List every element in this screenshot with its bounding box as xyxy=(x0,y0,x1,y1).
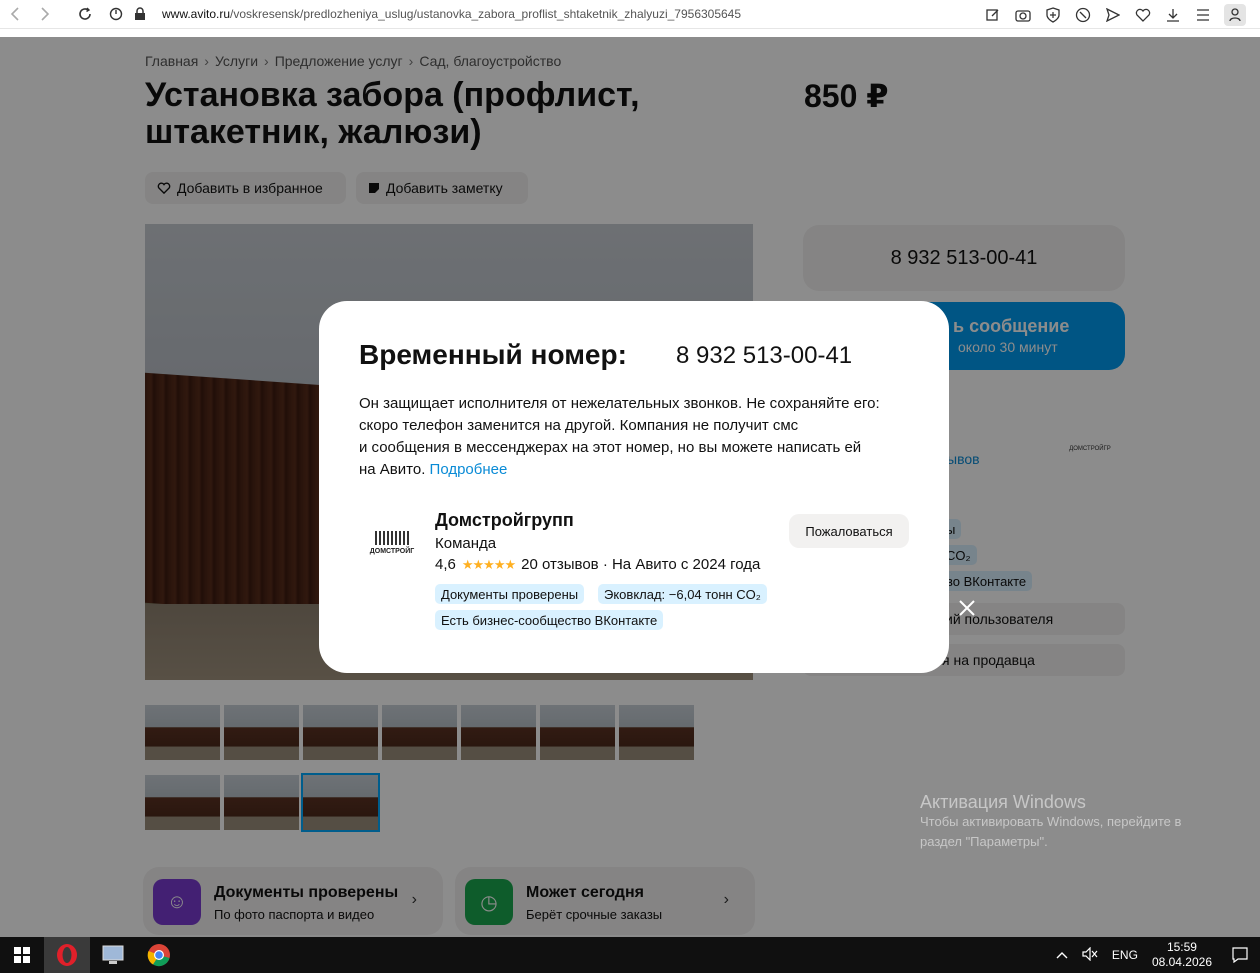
system-clock[interactable]: 15:59 08.04.2026 xyxy=(1152,940,1212,970)
url-path: /voskresensk/predlozheniya_uslug/ustanov… xyxy=(230,7,742,21)
report-button[interactable]: Пожаловаться xyxy=(789,514,909,548)
tray-chevron-up-icon[interactable] xyxy=(1056,948,1068,962)
modal-phone-number[interactable]: 8 932 513-00-41 xyxy=(676,342,852,370)
more-link[interactable]: Подробнее xyxy=(430,461,508,478)
menu-icon[interactable] xyxy=(1194,6,1212,24)
adblock-icon[interactable] xyxy=(1074,6,1092,24)
heart-icon[interactable] xyxy=(1134,6,1152,24)
modal-text-line: на Авито. xyxy=(359,461,426,478)
edit-icon[interactable] xyxy=(984,6,1002,24)
company-logo-text: ДОМСТРОЙГ xyxy=(369,548,415,555)
send-icon[interactable] xyxy=(1104,6,1122,24)
back-icon[interactable] xyxy=(0,0,30,29)
badge-vk-community: Есть бизнес-сообщество ВКонтакте xyxy=(435,610,664,630)
rating-value: 4,6 xyxy=(435,556,456,573)
company-logo[interactable]: ДОМСТРОЙГ xyxy=(359,515,425,571)
watermark-line: Чтобы активировать Windows, перейдите в xyxy=(920,814,1182,829)
close-icon[interactable] xyxy=(956,599,978,621)
lock-icon[interactable] xyxy=(132,6,148,22)
modal-text-line: скоро телефон заменится на другой. Компа… xyxy=(359,417,799,434)
windows-activation-watermark: Активация Windows Чтобы активировать Win… xyxy=(920,792,1181,852)
chrome-icon[interactable] xyxy=(136,937,182,973)
watermark-title: Активация Windows xyxy=(920,792,1086,812)
windows-start-icon[interactable] xyxy=(0,937,44,973)
forward-icon[interactable] xyxy=(30,0,60,29)
location-icon[interactable] xyxy=(108,6,124,22)
monitor-app-icon[interactable] xyxy=(90,937,136,973)
browser-toolbar: www.avito.ru/voskresensk/predlozheniya_u… xyxy=(0,0,1260,29)
clock-time: 15:59 xyxy=(1166,940,1197,954)
temporary-number-modal: Временный номер: 8 932 513-00-41 Он защи… xyxy=(319,301,975,673)
modal-text-line: и сообщения в мессенджерах на этот номер… xyxy=(359,439,862,456)
clock-date: 08.04.2026 xyxy=(1151,955,1212,969)
camera-icon[interactable] xyxy=(1014,6,1032,24)
notifications-icon[interactable] xyxy=(1230,945,1250,965)
watermark-line: раздел "Параметры". xyxy=(920,834,1048,849)
download-icon[interactable] xyxy=(1164,6,1182,24)
language-indicator[interactable]: ENG xyxy=(1112,948,1138,962)
modal-title: Временный номер: xyxy=(359,339,627,370)
badge-eco: Эковклад: −6,04 тонн CO₂ xyxy=(598,584,767,604)
volume-muted-icon[interactable] xyxy=(1082,946,1098,964)
company-rating: 4,6 ★★★★★ 20 отзывов · На Авито с 2024 г… xyxy=(435,556,760,573)
reviews-count[interactable]: 20 отзывов · На Авито с 2024 года xyxy=(521,556,760,573)
address-bar[interactable]: www.avito.ru/voskresensk/predlozheniya_u… xyxy=(162,7,741,21)
url-domain: www.avito.ru xyxy=(162,7,231,21)
shield-icon[interactable] xyxy=(1044,6,1062,24)
modal-description: Он защищает исполнителя от нежелательных… xyxy=(359,393,914,481)
modal-text-line: Он защищает исполнителя от нежелательных… xyxy=(359,395,880,412)
company-type: Команда xyxy=(435,535,497,552)
profile-icon[interactable] xyxy=(1224,3,1246,26)
badge-docs-verified: Документы проверены xyxy=(435,584,585,604)
star-rating-icon: ★★★★★ xyxy=(461,556,516,572)
reload-icon[interactable] xyxy=(70,0,100,29)
windows-taskbar: ENG 15:59 08.04.2026 xyxy=(0,937,1260,973)
company-name[interactable]: Домстройгрупп xyxy=(435,510,574,531)
opera-icon[interactable] xyxy=(44,937,90,973)
